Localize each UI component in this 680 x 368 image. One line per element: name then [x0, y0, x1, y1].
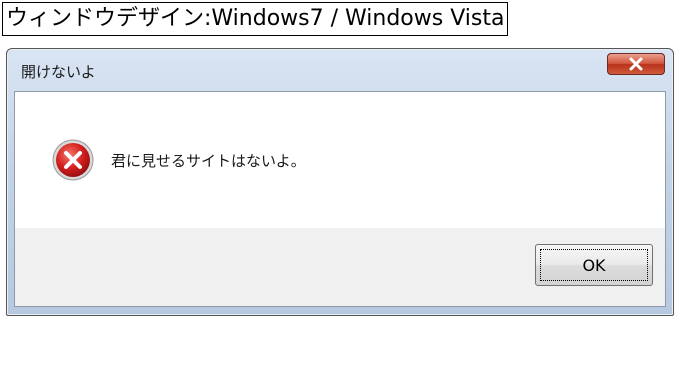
close-icon: [629, 57, 643, 71]
dialog-title: 開けないよ: [21, 63, 96, 81]
page-caption: ウィンドウデザイン:Windows7 / Windows Vista: [2, 2, 509, 36]
dialog-window: 開けないよ 君に見せるサイトはないよ。 OK: [6, 48, 674, 316]
close-button[interactable]: [607, 53, 665, 75]
button-bar: OK: [15, 228, 665, 306]
error-icon: [52, 139, 94, 181]
dialog-client-area: 君に見せるサイトはないよ。 OK: [14, 91, 666, 307]
message-area: 君に見せるサイトはないよ。: [15, 92, 665, 228]
ok-button[interactable]: OK: [535, 244, 653, 286]
title-bar[interactable]: 開けないよ: [7, 49, 673, 91]
error-message: 君に見せるサイトはないよ。: [111, 152, 306, 170]
focus-rectangle: [540, 249, 648, 281]
